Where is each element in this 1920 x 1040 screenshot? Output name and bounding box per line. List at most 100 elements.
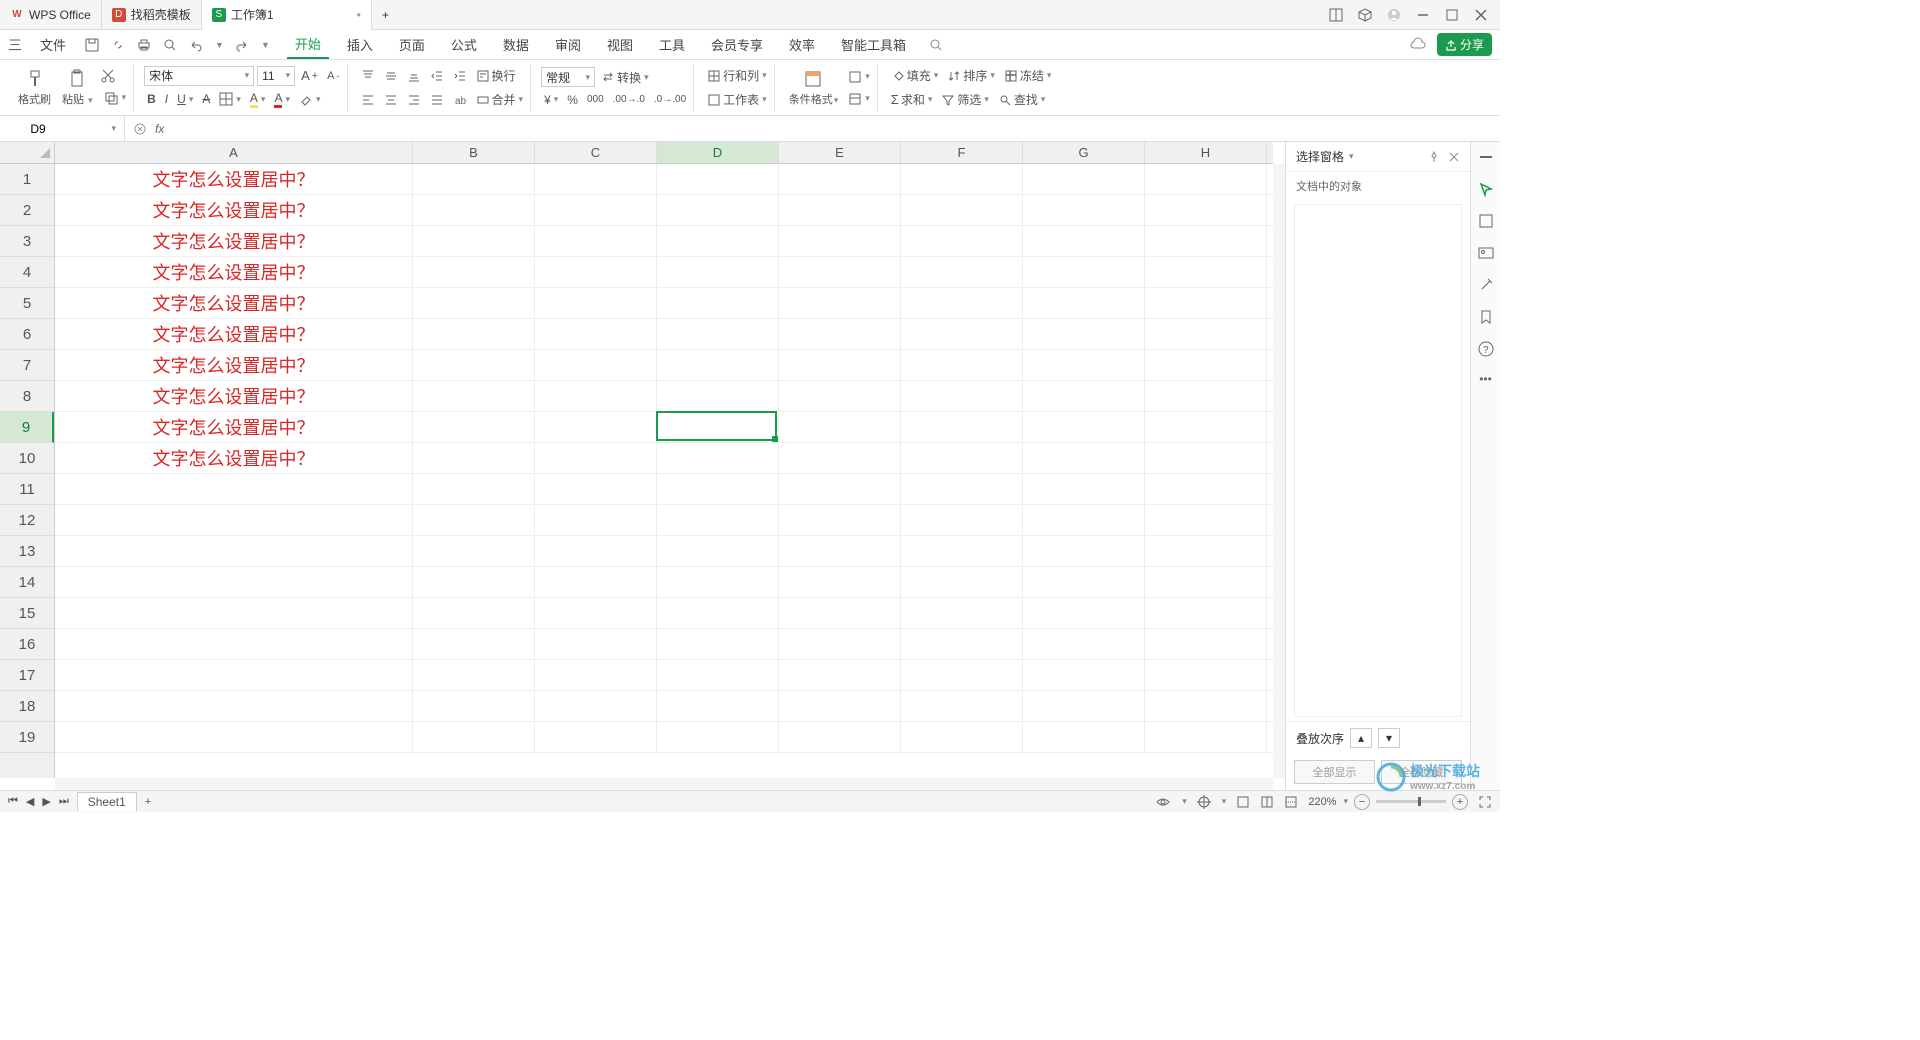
cell[interactable] xyxy=(1145,350,1267,380)
row-header-14[interactable]: 14 xyxy=(0,567,54,598)
cell-style-button[interactable]: ▾ xyxy=(845,68,873,86)
link-icon[interactable] xyxy=(110,37,126,53)
sum-button[interactable]: Σ求和▾ xyxy=(888,89,936,110)
maximize-icon[interactable] xyxy=(1445,8,1459,22)
menu-tab-0[interactable]: 开始 xyxy=(287,30,329,59)
freeze-button[interactable]: 冻结▾ xyxy=(1001,65,1055,86)
cell[interactable] xyxy=(779,567,901,597)
increase-indent-button[interactable] xyxy=(450,67,470,85)
cell[interactable] xyxy=(535,226,657,256)
cell[interactable] xyxy=(657,350,779,380)
align-top-button[interactable] xyxy=(358,67,378,85)
col-header-A[interactable]: A xyxy=(55,142,413,163)
tab-workbook1[interactable]: S 工作簿1 • xyxy=(202,0,372,30)
chevron-down-icon[interactable]: ▾ xyxy=(1349,151,1354,162)
view-normal-icon[interactable] xyxy=(1236,795,1250,809)
pin-icon[interactable] xyxy=(1428,151,1440,163)
zoom-slider[interactable] xyxy=(1376,800,1446,803)
share-button[interactable]: 分享 xyxy=(1437,33,1492,56)
row-header-10[interactable]: 10 xyxy=(0,443,54,474)
file-menu[interactable]: 文件 xyxy=(32,31,74,58)
cell[interactable] xyxy=(413,381,535,411)
cell[interactable] xyxy=(779,629,901,659)
row-header-3[interactable]: 3 xyxy=(0,226,54,257)
cell[interactable] xyxy=(413,226,535,256)
cell[interactable] xyxy=(657,474,779,504)
row-header-16[interactable]: 16 xyxy=(0,629,54,660)
row-header-12[interactable]: 12 xyxy=(0,505,54,536)
cancel-formula-icon[interactable] xyxy=(133,122,147,136)
cut-icon[interactable] xyxy=(100,68,116,84)
cell[interactable]: 文字怎么设置居中？ xyxy=(55,257,413,287)
row-header-18[interactable]: 18 xyxy=(0,691,54,722)
row-header-15[interactable]: 15 xyxy=(0,598,54,629)
collapse-icon[interactable] xyxy=(1477,148,1495,166)
cell[interactable] xyxy=(413,288,535,318)
strikethrough-button[interactable]: A xyxy=(199,90,213,108)
cell[interactable] xyxy=(55,691,413,721)
align-bottom-button[interactable] xyxy=(404,67,424,85)
cell[interactable]: 文字怎么设置居中？ xyxy=(55,226,413,256)
cube-icon[interactable] xyxy=(1358,8,1372,22)
cell[interactable] xyxy=(657,195,779,225)
cell[interactable] xyxy=(779,257,901,287)
menu-tab-10[interactable]: 智能工具箱 xyxy=(833,31,914,58)
cell[interactable] xyxy=(779,288,901,318)
cell[interactable] xyxy=(55,474,413,504)
fill-color-button[interactable]: A▾ xyxy=(247,89,269,110)
cell[interactable] xyxy=(657,381,779,411)
cell[interactable] xyxy=(535,567,657,597)
cell[interactable] xyxy=(1145,443,1267,473)
cell[interactable] xyxy=(657,288,779,318)
cell[interactable] xyxy=(1145,629,1267,659)
zoom-out-button[interactable]: − xyxy=(1354,794,1370,810)
cell[interactable] xyxy=(535,381,657,411)
col-header-D[interactable]: D xyxy=(657,142,779,163)
cell[interactable] xyxy=(657,722,779,752)
cell[interactable] xyxy=(1023,536,1145,566)
align-justify-button[interactable] xyxy=(427,91,447,109)
number-format-select[interactable]: 常规▾ xyxy=(541,67,595,87)
cell[interactable] xyxy=(1023,629,1145,659)
cell[interactable] xyxy=(657,226,779,256)
row-header-9[interactable]: 9 xyxy=(0,412,54,443)
cell[interactable] xyxy=(535,722,657,752)
cell[interactable] xyxy=(535,505,657,535)
cell[interactable] xyxy=(779,226,901,256)
name-box-input[interactable] xyxy=(8,122,68,136)
cell[interactable] xyxy=(657,164,779,194)
cell[interactable] xyxy=(657,660,779,690)
font-color-button[interactable]: A▾ xyxy=(271,89,293,110)
cell[interactable] xyxy=(1145,195,1267,225)
cell[interactable] xyxy=(901,505,1023,535)
print-icon[interactable] xyxy=(136,37,152,53)
cell[interactable] xyxy=(535,288,657,318)
print-preview-icon[interactable] xyxy=(162,37,178,53)
cell[interactable] xyxy=(901,350,1023,380)
cell[interactable] xyxy=(1145,257,1267,287)
cell[interactable] xyxy=(413,536,535,566)
cell[interactable] xyxy=(55,660,413,690)
font-size-select[interactable]: 11▾ xyxy=(257,66,295,86)
cell[interactable] xyxy=(901,164,1023,194)
redo-dropdown[interactable]: ▼ xyxy=(261,40,270,50)
cell[interactable]: 文字怎么设置居中？ xyxy=(55,381,413,411)
cell[interactable] xyxy=(901,381,1023,411)
sheet-prev-icon[interactable]: ◀ xyxy=(26,795,34,808)
select-object-icon[interactable] xyxy=(1477,180,1495,198)
col-header-E[interactable]: E xyxy=(779,142,901,163)
cell[interactable] xyxy=(535,350,657,380)
tab-docer-templates[interactable]: D 找稻壳模板 xyxy=(102,0,202,30)
cell[interactable]: 文字怎么设置居中？ xyxy=(55,288,413,318)
new-tab-button[interactable]: + xyxy=(372,0,399,30)
cell[interactable] xyxy=(1023,257,1145,287)
cell[interactable] xyxy=(1023,505,1145,535)
undo-icon[interactable] xyxy=(188,37,204,53)
cell[interactable] xyxy=(657,691,779,721)
cell[interactable] xyxy=(55,722,413,752)
sheet-tab-sheet1[interactable]: Sheet1 xyxy=(77,792,137,811)
cell[interactable] xyxy=(413,567,535,597)
filter-button[interactable]: 筛选▾ xyxy=(938,89,992,110)
menu-tab-5[interactable]: 审阅 xyxy=(547,31,589,58)
row-header-6[interactable]: 6 xyxy=(0,319,54,350)
